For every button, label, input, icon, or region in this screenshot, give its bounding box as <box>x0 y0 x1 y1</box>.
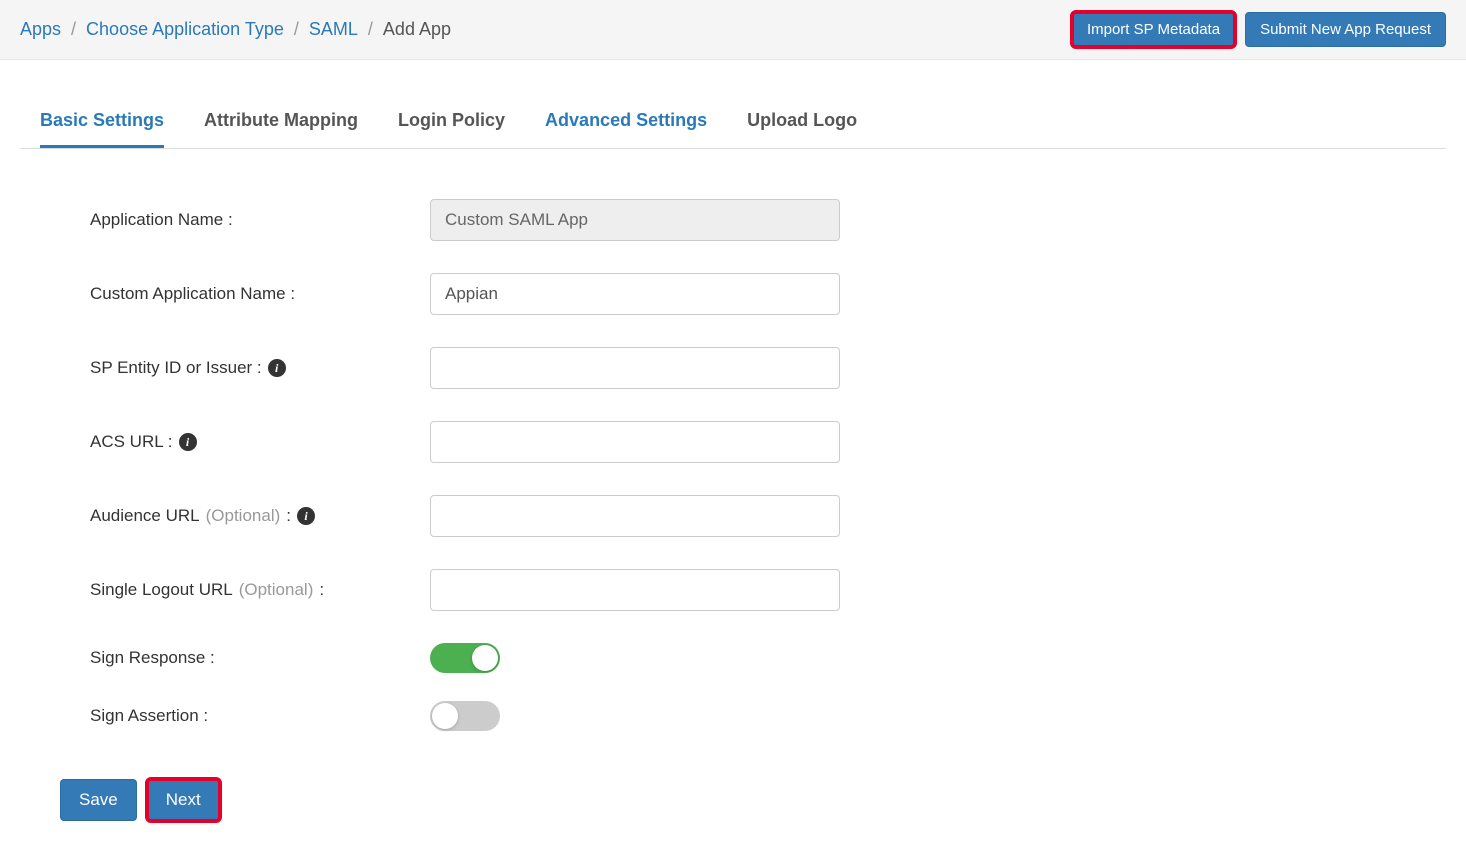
info-icon[interactable]: i <box>268 359 286 377</box>
row-acs-url: ACS URL : i <box>90 421 1446 463</box>
input-acs-url[interactable] <box>430 421 840 463</box>
tab-advanced-settings[interactable]: Advanced Settings <box>545 110 707 148</box>
label-single-logout-url-optional: (Optional) <box>239 580 314 600</box>
breadcrumb-sep: / <box>368 19 373 40</box>
breadcrumb-sep: / <box>294 19 299 40</box>
label-sp-entity-id-text: SP Entity ID or Issuer : <box>90 358 262 378</box>
row-audience-url: Audience URL (Optional) : i <box>90 495 1446 537</box>
footer-buttons: Save Next <box>20 759 1446 841</box>
submit-new-app-request-button[interactable]: Submit New App Request <box>1245 12 1446 47</box>
label-audience-url-suffix: : <box>286 506 291 526</box>
label-single-logout-url: Single Logout URL (Optional) : <box>90 580 430 600</box>
breadcrumb-apps[interactable]: Apps <box>20 19 61 40</box>
label-audience-url-optional: (Optional) <box>206 506 281 526</box>
tabs: Basic Settings Attribute Mapping Login P… <box>20 80 1446 149</box>
label-sign-assertion: Sign Assertion : <box>90 706 430 726</box>
toggle-sign-response[interactable] <box>430 643 500 673</box>
input-audience-url[interactable] <box>430 495 840 537</box>
label-sign-response: Sign Response : <box>90 648 430 668</box>
breadcrumb-choose-type[interactable]: Choose Application Type <box>86 19 284 40</box>
row-sign-response: Sign Response : <box>90 643 1446 673</box>
toggle-sign-assertion[interactable] <box>430 701 500 731</box>
next-button[interactable]: Next <box>147 779 220 821</box>
tab-upload-logo[interactable]: Upload Logo <box>747 110 857 148</box>
toggle-knob <box>432 703 458 729</box>
tab-basic-settings[interactable]: Basic Settings <box>40 110 164 148</box>
label-audience-url: Audience URL (Optional) : i <box>90 506 430 526</box>
input-custom-application-name[interactable] <box>430 273 840 315</box>
breadcrumb: Apps / Choose Application Type / SAML / … <box>20 19 451 40</box>
row-sign-assertion: Sign Assertion : <box>90 701 1446 731</box>
header-bar: Apps / Choose Application Type / SAML / … <box>0 0 1466 60</box>
row-application-name: Application Name : <box>90 199 1446 241</box>
breadcrumb-sep: / <box>71 19 76 40</box>
content-area: Basic Settings Attribute Mapping Login P… <box>0 60 1466 861</box>
row-sp-entity-id: SP Entity ID or Issuer : i <box>90 347 1446 389</box>
input-sp-entity-id[interactable] <box>430 347 840 389</box>
row-single-logout-url: Single Logout URL (Optional) : <box>90 569 1446 611</box>
info-icon[interactable]: i <box>297 507 315 525</box>
tab-attribute-mapping[interactable]: Attribute Mapping <box>204 110 358 148</box>
label-single-logout-url-text: Single Logout URL <box>90 580 233 600</box>
label-acs-url: ACS URL : i <box>90 432 430 452</box>
label-sp-entity-id: SP Entity ID or Issuer : i <box>90 358 430 378</box>
label-acs-url-text: ACS URL : <box>90 432 173 452</box>
import-sp-metadata-button[interactable]: Import SP Metadata <box>1072 12 1235 47</box>
info-icon[interactable]: i <box>179 433 197 451</box>
label-single-logout-url-suffix: : <box>319 580 324 600</box>
form-area: Application Name : Custom Application Na… <box>20 149 1446 731</box>
toggle-knob <box>472 645 498 671</box>
tab-login-policy[interactable]: Login Policy <box>398 110 505 148</box>
breadcrumb-saml[interactable]: SAML <box>309 19 358 40</box>
label-audience-url-text: Audience URL <box>90 506 200 526</box>
label-custom-application-name: Custom Application Name : <box>90 284 430 304</box>
save-button[interactable]: Save <box>60 779 137 821</box>
row-custom-application-name: Custom Application Name : <box>90 273 1446 315</box>
breadcrumb-current: Add App <box>383 19 451 40</box>
label-application-name: Application Name : <box>90 210 430 230</box>
input-application-name <box>430 199 840 241</box>
input-single-logout-url[interactable] <box>430 569 840 611</box>
header-buttons: Import SP Metadata Submit New App Reques… <box>1072 12 1446 47</box>
